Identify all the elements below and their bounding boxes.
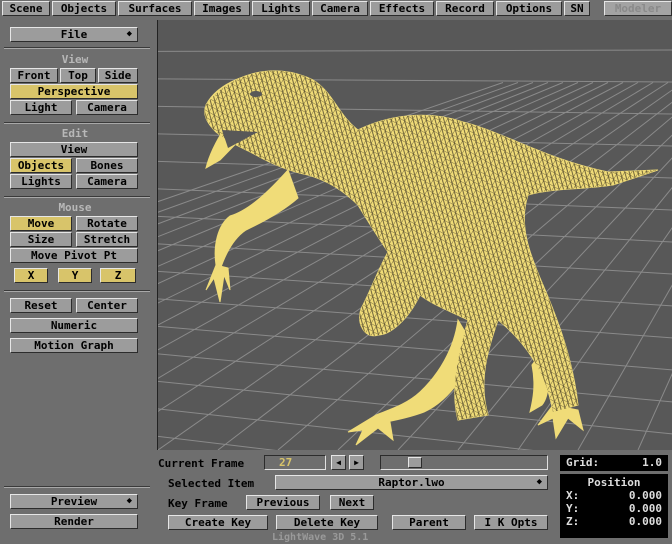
render-button[interactable]: Render (10, 514, 138, 529)
position-x-label: X: (566, 489, 580, 502)
section-label-view: View (61, 53, 89, 66)
divider (4, 196, 150, 198)
viewport-canvas (158, 49, 672, 450)
dropdown-arrow-icon: ◆ (126, 496, 132, 506)
divider (4, 122, 150, 124)
position-x-row: X: 0.000 (566, 489, 662, 502)
current-frame-input[interactable]: 27 (264, 455, 326, 470)
tab-sn[interactable]: SN (564, 1, 590, 16)
footer-label: LightWave 3D 5.1 (272, 532, 369, 543)
tab-scene[interactable]: Scene (2, 1, 50, 16)
edit-camera-button[interactable]: Camera (76, 174, 138, 189)
position-title: Position (587, 476, 641, 489)
view-light-button[interactable]: Light (10, 100, 72, 115)
current-frame-value: 27 (279, 456, 293, 469)
frame-slider-track[interactable] (380, 455, 548, 470)
axis-z-button[interactable]: Z (100, 268, 136, 283)
position-z-label: Z: (566, 515, 580, 528)
tab-objects[interactable]: Objects (52, 1, 116, 16)
frame-slider-knob[interactable] (408, 457, 422, 468)
view-side-button[interactable]: Side (98, 68, 138, 83)
delete-key-button[interactable]: Delete Key (276, 515, 378, 530)
parent-button[interactable]: Parent (392, 515, 466, 530)
grid-label: Grid: (566, 456, 600, 469)
frame-prev-arrow-icon[interactable]: ◀ (331, 455, 346, 470)
center-button[interactable]: Center (76, 298, 138, 313)
modeler-button[interactable]: Modeler (604, 1, 672, 16)
mouse-stretch-button[interactable]: Stretch (76, 232, 138, 247)
axis-x-button[interactable]: X (14, 268, 48, 283)
tab-record[interactable]: Record (436, 1, 494, 16)
mouse-size-button[interactable]: Size (10, 232, 72, 247)
tab-camera[interactable]: Camera (312, 1, 368, 16)
view-camera-button[interactable]: Camera (76, 100, 138, 115)
file-label: File (60, 28, 88, 41)
view-perspective-button[interactable]: Perspective (10, 84, 138, 99)
next-key-button[interactable]: Next (330, 495, 374, 510)
move-pivot-button[interactable]: Move Pivot Pt (10, 248, 138, 263)
motion-graph-button[interactable]: Motion Graph (10, 338, 138, 353)
perspective-viewport[interactable] (157, 20, 672, 450)
file-dropdown[interactable]: File ◆ (10, 27, 138, 42)
position-y-row: Y: 0.000 (566, 502, 662, 515)
tab-options[interactable]: Options (496, 1, 562, 16)
tab-lights[interactable]: Lights (252, 1, 310, 16)
current-frame-label: Current Frame (158, 457, 245, 470)
edit-objects-button[interactable]: Objects (10, 158, 72, 173)
view-front-button[interactable]: Front (10, 68, 58, 83)
divider (4, 47, 150, 49)
position-readout: Position X: 0.000 Y: 0.000 Z: 0.000 (560, 474, 668, 538)
edit-bones-button[interactable]: Bones (76, 158, 138, 173)
position-z-row: Z: 0.000 (566, 515, 662, 528)
divider (4, 486, 150, 488)
selected-item-dropdown[interactable]: Raptor.lwo ◆ (275, 475, 548, 490)
position-z-value: 0.000 (628, 515, 662, 528)
edit-lights-button[interactable]: Lights (10, 174, 72, 189)
view-top-button[interactable]: Top (60, 68, 96, 83)
dropdown-arrow-icon: ◆ (536, 477, 542, 487)
grid-value: 1.0 (642, 456, 662, 469)
dropdown-arrow-icon: ◆ (126, 29, 132, 39)
position-x-value: 0.000 (628, 489, 662, 502)
numeric-button[interactable]: Numeric (10, 318, 138, 333)
selected-item-label: Selected Item (168, 477, 255, 490)
mouse-rotate-button[interactable]: Rotate (76, 216, 138, 231)
create-key-button[interactable]: Create Key (168, 515, 268, 530)
edit-view-button[interactable]: View (10, 142, 138, 157)
ik-opts-button[interactable]: I K Opts (474, 515, 548, 530)
axis-y-button[interactable]: Y (58, 268, 92, 283)
tab-surfaces[interactable]: Surfaces (118, 1, 192, 16)
divider (4, 290, 150, 292)
tab-effects[interactable]: Effects (370, 1, 434, 16)
section-label-mouse: Mouse (58, 201, 92, 214)
preview-dropdown[interactable]: Preview ◆ (10, 494, 138, 509)
tab-images[interactable]: Images (194, 1, 250, 16)
previous-key-button[interactable]: Previous (246, 495, 320, 510)
key-frame-label: Key Frame (168, 497, 228, 510)
section-label-edit: Edit (61, 127, 89, 140)
position-y-value: 0.000 (628, 502, 662, 515)
reset-button[interactable]: Reset (10, 298, 72, 313)
grid-readout: Grid: 1.0 (560, 455, 668, 471)
selected-item-value: Raptor.lwo (378, 476, 445, 489)
position-y-label: Y: (566, 502, 580, 515)
preview-label: Preview (50, 495, 98, 508)
mouse-move-button[interactable]: Move (10, 216, 72, 231)
frame-next-arrow-icon[interactable]: ▶ (349, 455, 364, 470)
